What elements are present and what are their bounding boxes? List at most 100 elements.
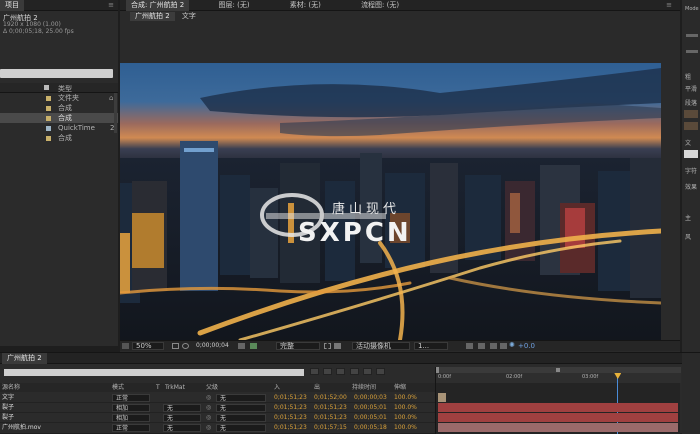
exposure-value[interactable]: +0.0: [518, 342, 535, 350]
align-button[interactable]: [684, 110, 698, 118]
stretch-value[interactable]: 100.0%: [394, 393, 417, 403]
draft-3d-icon[interactable]: [323, 367, 333, 375]
parent-dropdown[interactable]: 无: [216, 404, 266, 412]
tab-composition[interactable]: 合成: 广州航拍 2: [126, 0, 190, 11]
list-item[interactable]: QuickTime 2: [0, 123, 118, 133]
col-trkmat[interactable]: TrkMat: [165, 383, 185, 392]
col-out[interactable]: 出: [314, 383, 320, 392]
timeline-search[interactable]: [4, 369, 304, 376]
transparency-grid-icon[interactable]: [334, 343, 341, 349]
stretch-value[interactable]: 100.0%: [394, 413, 417, 423]
table-row[interactable]: 裂子 相加 无 ◎ 无 0;01;51;23 0;01;51;23 0;00;0…: [0, 413, 435, 423]
composition-frame[interactable]: 唐山现代 SXPCN: [120, 63, 661, 340]
panel-menu-icon[interactable]: ≡: [108, 1, 114, 9]
stretch-value[interactable]: 100.0%: [394, 423, 417, 433]
work-area-end[interactable]: [556, 368, 560, 372]
timecode-display[interactable]: 0;00;00;04: [196, 342, 229, 349]
list-item[interactable]: 合成: [0, 133, 118, 143]
viewer-menu-icon[interactable]: ≡: [666, 1, 672, 9]
snapshot-icon[interactable]: [238, 343, 245, 349]
duration-time[interactable]: 0;00;05;01: [354, 403, 387, 413]
timeline-toggle-icon[interactable]: [490, 343, 497, 349]
in-time[interactable]: 0;01;51;23: [274, 393, 307, 403]
mode-dropdown[interactable]: 正常: [112, 424, 150, 432]
timeline-tab[interactable]: 广州航拍 2: [2, 353, 47, 364]
parent-pickwhip-icon[interactable]: ◎: [206, 413, 211, 423]
trkmat-dropdown[interactable]: 无: [163, 424, 201, 432]
parent-dropdown[interactable]: 无: [216, 424, 266, 432]
out-time[interactable]: 0;01;51;23: [314, 403, 347, 413]
trkmat-dropdown[interactable]: 无: [163, 414, 201, 422]
table-row[interactable]: 文字 正常 ◎ 无 0;01;51;23 0;01;52;00 0;00;00;…: [0, 393, 435, 403]
mode-dropdown[interactable]: 正常: [112, 394, 150, 402]
in-time[interactable]: 0;01;51;23: [274, 403, 307, 413]
tab-flowchart[interactable]: 流程图: (无): [356, 0, 404, 11]
col-in[interactable]: 入: [274, 383, 280, 392]
time-ruler[interactable]: 0:00f 02:00f 03:00f: [436, 373, 681, 383]
camera-dropdown[interactable]: 活动摄像机: [352, 342, 410, 350]
flowchart-icon[interactable]: [500, 343, 507, 349]
col-mode[interactable]: 模式: [112, 383, 124, 392]
mask-icon[interactable]: [182, 343, 189, 349]
graph-editor-icon[interactable]: [376, 367, 386, 375]
pixel-aspect-icon[interactable]: [466, 343, 473, 349]
parent-dropdown[interactable]: 无: [216, 414, 266, 422]
in-time[interactable]: 0;01;51;23: [274, 423, 307, 433]
grid-icon[interactable]: [172, 343, 179, 349]
duration-time[interactable]: 0;00;05;01: [354, 413, 387, 423]
right-slider[interactable]: [686, 50, 698, 53]
list-item[interactable]: 合成: [0, 103, 118, 113]
resolution-dropdown[interactable]: 完整: [276, 342, 320, 350]
out-time[interactable]: 0;01;57;15: [314, 423, 347, 433]
always-preview-icon[interactable]: [122, 343, 129, 349]
layer-bar[interactable]: [438, 423, 678, 432]
layer-bar[interactable]: [438, 413, 678, 422]
subtab-comp[interactable]: 广州航拍 2: [130, 12, 175, 21]
motion-blur-icon[interactable]: [362, 367, 372, 375]
in-time[interactable]: 0;01;51;23: [274, 413, 307, 423]
mode-dropdown[interactable]: 相加: [112, 404, 150, 412]
layer-bar[interactable]: [438, 393, 446, 402]
list-item[interactable]: 文件夹 ⌂: [0, 93, 118, 103]
composition-mini-flowchart-icon[interactable]: [310, 367, 319, 375]
subtab-text[interactable]: 文字: [177, 12, 201, 21]
right-slider[interactable]: [686, 34, 698, 37]
timeline-graph[interactable]: 0:00f 02:00f 03:00f: [435, 367, 681, 434]
list-item-selected[interactable]: 合成: [0, 113, 118, 123]
stretch-value[interactable]: 100.0%: [394, 403, 417, 413]
layer-bar[interactable]: [438, 403, 678, 412]
table-row[interactable]: 广州航拍.mov 正常 无 ◎ 无 0;01;51;23 0;01;57;15 …: [0, 423, 435, 433]
table-row[interactable]: 裂子 相加 无 ◎ 无 0;01;51;23 0;01;51;23 0;00;0…: [0, 403, 435, 413]
trkmat-dropdown[interactable]: 无: [163, 404, 201, 412]
tab-footage[interactable]: 素材: (无): [285, 0, 326, 11]
fast-preview-icon[interactable]: [478, 343, 485, 349]
project-scrollbar[interactable]: [114, 93, 117, 133]
out-time[interactable]: 0;01;51;23: [314, 413, 347, 423]
col-parent[interactable]: 父级: [206, 383, 218, 392]
parent-pickwhip-icon[interactable]: ◎: [206, 393, 211, 403]
exposure-icon[interactable]: ✺: [509, 341, 515, 349]
tab-layer[interactable]: 图层: (无): [214, 0, 255, 11]
project-tab[interactable]: 项目: [0, 0, 24, 11]
duration-time[interactable]: 0;00;00;03: [354, 393, 387, 403]
views-dropdown[interactable]: 1...: [414, 342, 448, 350]
zoom-dropdown[interactable]: 50%: [132, 342, 164, 350]
roi-icon[interactable]: [324, 343, 331, 349]
comp-info-line1: 1920 x 1080 (1.00): [3, 21, 61, 28]
col-name[interactable]: 源名称: [2, 383, 20, 392]
channel-icon[interactable]: [250, 343, 257, 349]
col-t[interactable]: T: [156, 383, 160, 392]
col-stretch[interactable]: 伸缩: [394, 383, 406, 392]
col-duration[interactable]: 持续时间: [352, 383, 376, 392]
effects-search[interactable]: [684, 150, 698, 158]
align-button[interactable]: [684, 122, 698, 130]
shy-icon[interactable]: [336, 367, 346, 375]
parent-pickwhip-icon[interactable]: ◎: [206, 423, 211, 433]
project-search-input[interactable]: [0, 69, 113, 78]
parent-dropdown[interactable]: 无: [216, 394, 266, 402]
mode-dropdown[interactable]: 相加: [112, 414, 150, 422]
parent-pickwhip-icon[interactable]: ◎: [206, 403, 211, 413]
frame-blend-icon[interactable]: [349, 367, 359, 375]
duration-time[interactable]: 0;00;05;18: [354, 423, 387, 433]
out-time[interactable]: 0;01;52;00: [314, 393, 347, 403]
